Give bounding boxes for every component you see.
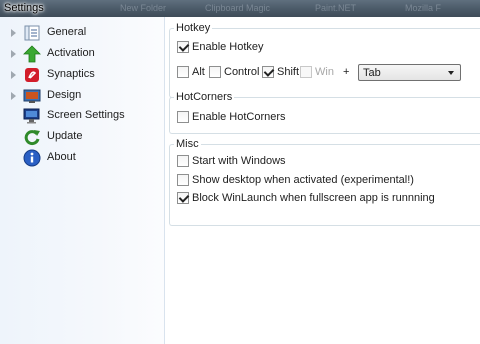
sidebar-item-label: Design: [47, 89, 82, 101]
sidebar-item-label: About: [47, 151, 76, 163]
show-desktop-label: Show desktop when activated (experimenta…: [192, 174, 414, 186]
shift-label: Shift: [277, 66, 300, 78]
window-title: Settings: [4, 2, 44, 14]
start-with-windows-label: Start with Windows: [192, 155, 286, 167]
background-tab: Clipboard Magic: [205, 3, 271, 13]
block-fullscreen-label: Block WinLaunch when fullscreen app is r…: [192, 192, 435, 204]
hotkey-key-select[interactable]: Tab: [358, 64, 461, 81]
background-tab: Mozilla F: [405, 3, 442, 13]
general-icon: [24, 25, 40, 41]
group-title: Hotkey: [174, 22, 213, 34]
start-with-windows-checkbox[interactable]: [177, 155, 189, 167]
hotkey-key-value: Tab: [363, 67, 381, 79]
group-title: HotCorners: [174, 91, 235, 103]
sidebar-item-activation[interactable]: Activation: [0, 44, 165, 64]
sidebar-item-label: Screen Settings: [47, 109, 125, 121]
win-checkbox[interactable]: [300, 66, 312, 78]
alt-checkbox[interactable]: [177, 66, 189, 78]
expand-arrow-icon[interactable]: [11, 29, 16, 37]
green-arrow-up-icon: [23, 45, 41, 63]
expand-arrow-icon[interactable]: [11, 71, 16, 79]
sidebar-item-design[interactable]: Design: [0, 86, 165, 106]
show-desktop-checkbox[interactable]: [177, 174, 189, 186]
enable-hotcorners-checkbox[interactable]: [177, 111, 189, 123]
sidebar-item-about[interactable]: About: [0, 148, 165, 168]
sidebar-item-general[interactable]: General: [0, 23, 165, 43]
hotkey-group: Hotkey: [169, 22, 480, 98]
sidebar-item-label: Update: [47, 130, 83, 142]
design-icon: [23, 89, 41, 103]
expand-arrow-icon[interactable]: [11, 50, 16, 58]
alt-label: Alt: [192, 66, 205, 78]
sidebar-item-label: General: [47, 26, 87, 38]
update-icon: [24, 130, 40, 146]
info-icon: [23, 149, 41, 167]
enable-hotkey-checkbox[interactable]: [177, 41, 189, 53]
sidebar-item-label: Synaptics: [47, 68, 95, 80]
enable-hotkey-label: Enable Hotkey: [192, 41, 264, 53]
control-checkbox[interactable]: [209, 66, 221, 78]
screen-icon: [23, 108, 40, 124]
sidebar: General Activation Synaptics Design Scre…: [0, 17, 165, 344]
settings-panel: Hotkey Enable Hotkey Alt Control Shift W…: [166, 17, 480, 344]
shift-checkbox[interactable]: [262, 66, 274, 78]
background-tab: New Folder: [120, 3, 167, 13]
expand-arrow-icon[interactable]: [11, 92, 16, 100]
sidebar-item-label: Activation: [47, 47, 95, 59]
sidebar-item-update[interactable]: Update: [0, 127, 165, 147]
control-label: Control: [224, 66, 260, 78]
block-fullscreen-checkbox[interactable]: [177, 192, 189, 204]
sidebar-item-synaptics[interactable]: Synaptics: [0, 65, 165, 85]
sidebar-item-screen-settings[interactable]: Screen Settings: [0, 106, 165, 126]
group-title: Misc: [174, 138, 201, 150]
win-label: Win: [315, 66, 334, 78]
plus-sign: +: [343, 66, 350, 78]
title-bar: Settings New Folder Clipboard Magic Pain…: [0, 0, 480, 17]
chevron-down-icon: [448, 71, 454, 75]
background-tab: Paint.NET: [315, 3, 357, 13]
enable-hotcorners-label: Enable HotCorners: [192, 111, 286, 123]
synaptics-icon: [25, 68, 39, 82]
